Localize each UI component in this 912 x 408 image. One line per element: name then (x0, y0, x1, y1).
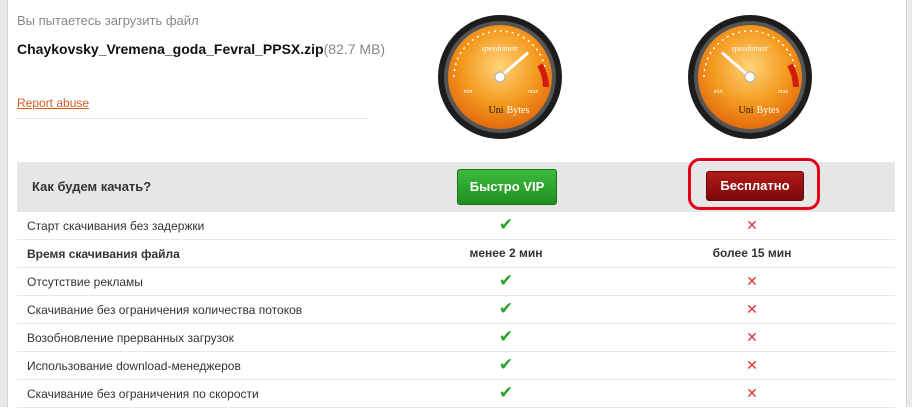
gauge-label: speedometr (482, 44, 520, 53)
gauge-max-label: max (778, 89, 788, 95)
cross-icon: ✕ (746, 385, 758, 401)
speedometer-icon: speedometr min max Uni Bytes (438, 15, 562, 139)
file-info: Chaykovsky_Vremena_goda_Fevral_PPSX.zip(… (17, 38, 387, 61)
table-row: Отсутствие рекламы ✔ ✕ (17, 268, 895, 296)
row-label: Отсутствие рекламы (27, 275, 143, 289)
intro-text: Вы пытаетесь загрузить файл (17, 13, 199, 28)
table-row: Скачивание без ограничения количества по… (17, 296, 895, 324)
cross-icon: ✕ (746, 357, 758, 373)
speedometer-vip: speedometr min max Uni Bytes (436, 13, 564, 141)
report-abuse-link[interactable]: Report abuse (17, 96, 89, 110)
check-icon: ✔ (498, 327, 514, 346)
free-button-highlight: Бесплатно (688, 158, 820, 210)
row-label: Старт скачивания без задержки (27, 219, 205, 233)
row-label: Возобновление прерванных загрузок (27, 331, 234, 345)
table-row: Скачивание без ограничения по скорости ✔ ✕ (17, 380, 895, 408)
check-icon: ✔ (498, 299, 514, 318)
comparison-table: Как будем качать? Быстро VIP Бесплатно С… (17, 158, 895, 408)
table-row: Старт скачивания без задержки ✔ ✕ (17, 212, 895, 240)
vip-download-button[interactable]: Быстро VIP (457, 169, 557, 205)
free-download-button[interactable]: Бесплатно (706, 171, 804, 201)
cross-icon: ✕ (746, 301, 758, 317)
cross-icon: ✕ (746, 217, 758, 233)
file-size: (82.7 MB) (323, 41, 386, 57)
cross-icon: ✕ (746, 273, 758, 289)
vip-time-value: менее 2 мин (469, 246, 543, 260)
table-row: Использование download-менеджеров ✔ ✕ (17, 352, 895, 380)
table-row: Время скачивания файла менее 2 мин более 1… (17, 240, 895, 268)
brand-uni: Uni (489, 105, 504, 116)
divider (17, 118, 367, 119)
check-icon: ✔ (498, 271, 514, 290)
file-name: Chaykovsky_Vremena_goda_Fevral_PPSX.zip (17, 41, 324, 57)
gauge-min-label: min (464, 89, 473, 95)
gauge-max-label: max (528, 89, 538, 95)
speedometer-icon: speedometr min max Uni Bytes (688, 15, 812, 139)
check-icon: ✔ (498, 383, 514, 402)
page-margin-left (0, 0, 7, 407)
row-label: Скачивание без ограничения количества по… (27, 303, 303, 317)
cross-icon: ✕ (746, 329, 758, 345)
row-label: Использование download-менеджеров (27, 359, 241, 373)
check-icon: ✔ (498, 215, 514, 234)
check-icon: ✔ (498, 355, 514, 374)
speedometer-free: speedometr min max Uni Bytes (686, 13, 814, 141)
row-label: Скачивание без ограничения по скорости (27, 387, 259, 401)
table-header: Как будем качать? Быстро VIP Бесплатно (17, 158, 895, 212)
row-label: Время скачивания файла (27, 247, 180, 261)
brand-bytes: Bytes (507, 105, 530, 116)
table-body: Старт скачивания без задержки ✔ ✕ Время ска… (17, 212, 895, 408)
free-time-value: более 15 мин (712, 246, 792, 260)
brand-uni: Uni (739, 105, 754, 116)
gauge-min-label: min (714, 89, 723, 95)
gauge-label: speedometr (732, 44, 770, 53)
question-label: Как будем качать? (32, 179, 152, 194)
table-row: Возобновление прерванных загрузок ✔ ✕ (17, 324, 895, 352)
brand-bytes: Bytes (757, 105, 780, 116)
